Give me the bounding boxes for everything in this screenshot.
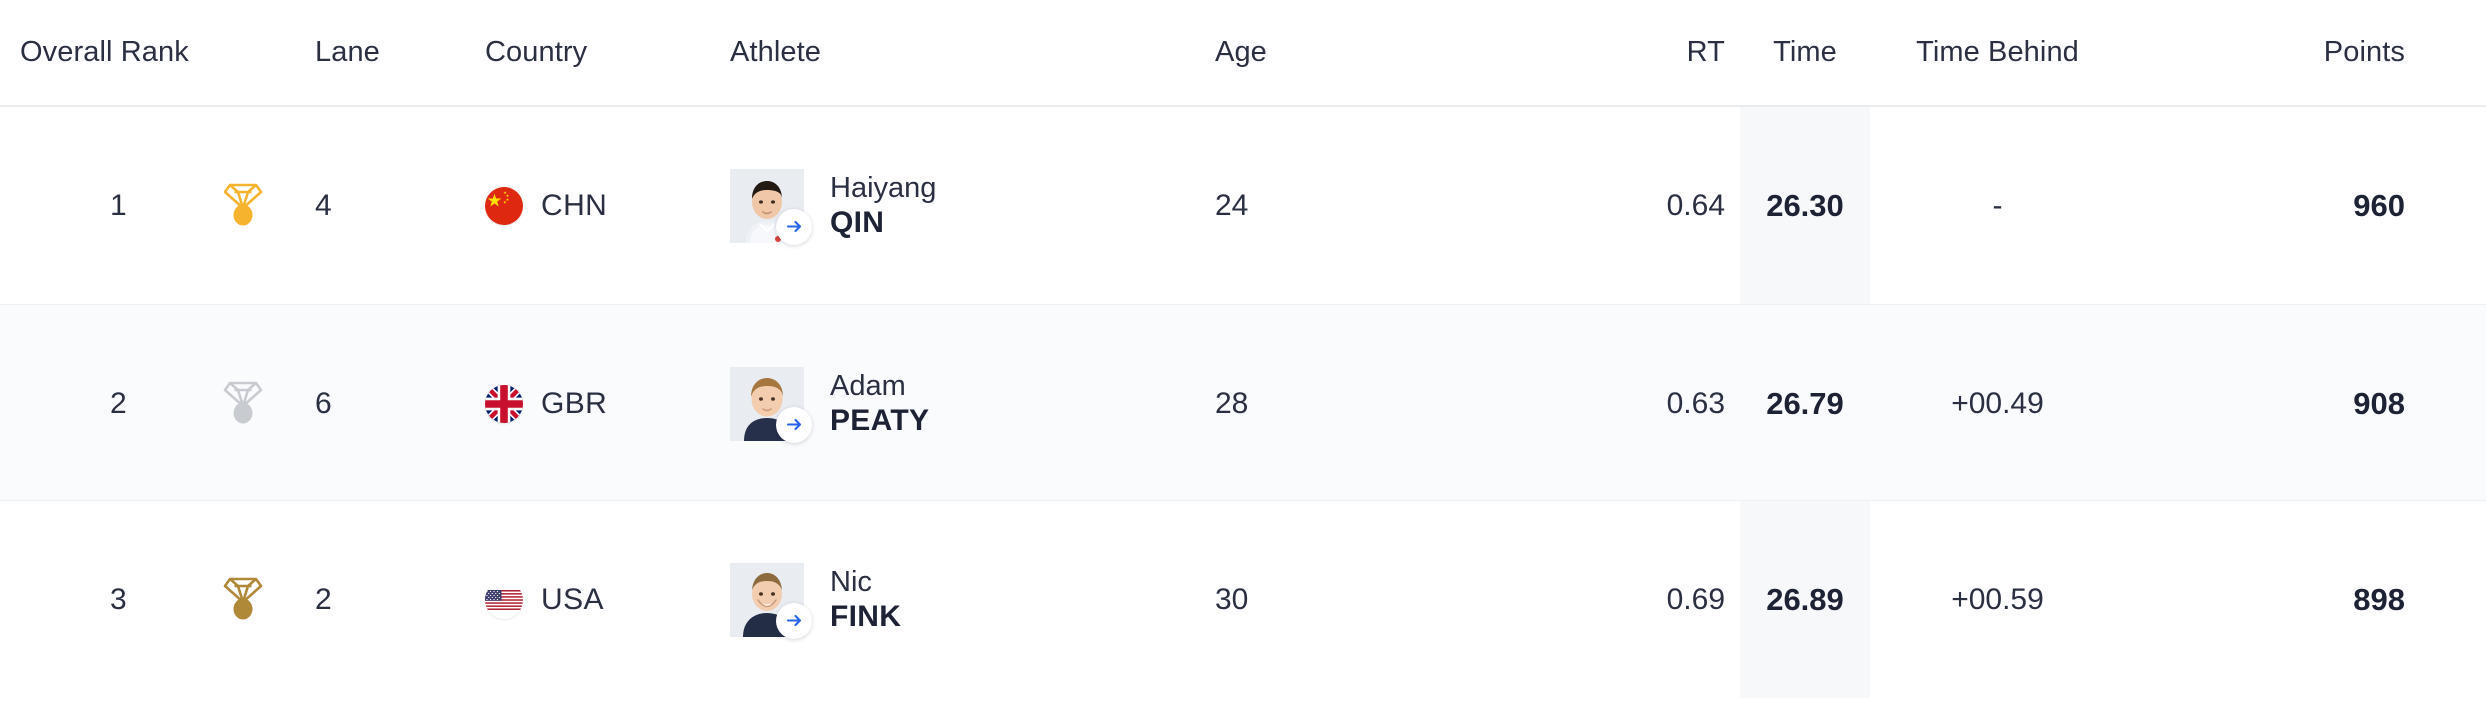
arrow-right-icon[interactable] bbox=[776, 208, 812, 245]
column-header-country[interactable]: Country bbox=[485, 36, 730, 69]
cell-athlete[interactable]: Adam PEATY bbox=[730, 366, 1215, 443]
column-header-points[interactable]: Points bbox=[2125, 36, 2486, 69]
cell-time-behind: - bbox=[1992, 188, 2003, 222]
column-header-age[interactable]: Age bbox=[1215, 36, 1485, 69]
cell-medal bbox=[220, 178, 315, 233]
cell-rt: 0.69 bbox=[1666, 582, 1725, 616]
cell-time: 26.30 bbox=[1766, 187, 1844, 223]
bronze-medal-icon bbox=[220, 572, 266, 627]
cell-lane: 4 bbox=[315, 188, 332, 222]
column-header-rt[interactable]: RT bbox=[1485, 36, 1740, 69]
flag-usa-icon bbox=[485, 581, 523, 619]
cell-overall-rank: 1 bbox=[110, 188, 127, 222]
athlete-first-name: Haiyang bbox=[830, 171, 937, 204]
cell-country: GBR bbox=[485, 384, 730, 423]
athlete-last-name: PEATY bbox=[830, 403, 930, 437]
column-header-time-behind[interactable]: Time Behind bbox=[1870, 36, 2125, 69]
table-row[interactable]: 1 4 CHN Haiyang QIN 24 0.64 26.30 - 960 bbox=[0, 107, 2486, 304]
avatar[interactable] bbox=[730, 562, 812, 639]
cell-rt: 0.63 bbox=[1666, 386, 1725, 420]
cell-time-behind: +00.59 bbox=[1951, 582, 2044, 616]
cell-country: USA bbox=[485, 581, 730, 619]
cell-age: 28 bbox=[1215, 386, 1249, 420]
athlete-name: Nic FINK bbox=[830, 565, 901, 635]
cell-points: 898 bbox=[2353, 581, 2405, 617]
cell-overall-rank: 2 bbox=[110, 386, 127, 420]
table-row[interactable]: 2 6 GBR Adam PEATY 28 0.63 26.79 +00.49 … bbox=[0, 304, 2486, 501]
table-row[interactable]: 3 2 USA Nic FINK 30 0.69 26.89 +00.59 89… bbox=[0, 501, 2486, 698]
athlete-first-name: Nic bbox=[830, 565, 872, 598]
flag-china-icon bbox=[485, 186, 523, 225]
avatar[interactable] bbox=[730, 168, 812, 245]
gold-medal-icon bbox=[220, 178, 266, 233]
cell-athlete[interactable]: Nic FINK bbox=[730, 562, 1215, 639]
avatar[interactable] bbox=[730, 366, 812, 443]
cell-country: CHN bbox=[485, 186, 730, 225]
athlete-last-name: QIN bbox=[830, 205, 885, 239]
cell-time: 26.89 bbox=[1766, 581, 1844, 617]
athlete-last-name: FINK bbox=[830, 599, 902, 633]
cell-lane: 2 bbox=[315, 582, 332, 616]
silver-medal-icon bbox=[220, 376, 266, 431]
swimming-results-table: Overall Rank Lane Country Athlete Age RT… bbox=[0, 0, 2486, 706]
cell-lane: 6 bbox=[315, 386, 332, 420]
cell-rt: 0.64 bbox=[1666, 188, 1725, 222]
arrow-right-icon[interactable] bbox=[776, 406, 812, 443]
athlete-name: Adam PEATY bbox=[830, 369, 929, 439]
cell-medal bbox=[220, 376, 315, 431]
column-header-overall-rank[interactable]: Overall Rank bbox=[0, 36, 220, 69]
cell-overall-rank: 3 bbox=[110, 582, 127, 616]
flag-great-britain-icon bbox=[485, 384, 523, 423]
cell-time: 26.79 bbox=[1766, 385, 1844, 421]
cell-age: 30 bbox=[1215, 582, 1249, 616]
column-header-lane[interactable]: Lane bbox=[315, 36, 485, 69]
athlete-name: Haiyang QIN bbox=[830, 171, 936, 241]
country-code: GBR bbox=[541, 386, 608, 420]
cell-time-behind: +00.49 bbox=[1951, 386, 2044, 420]
arrow-right-icon[interactable] bbox=[776, 602, 812, 639]
country-code: USA bbox=[541, 582, 604, 616]
cell-athlete[interactable]: Haiyang QIN bbox=[730, 168, 1215, 245]
cell-age: 24 bbox=[1215, 188, 1249, 222]
cell-points: 908 bbox=[2353, 385, 2405, 421]
column-header-athlete[interactable]: Athlete bbox=[730, 36, 1215, 69]
table-header: Overall Rank Lane Country Athlete Age RT… bbox=[0, 0, 2486, 107]
cell-medal bbox=[220, 572, 315, 627]
country-code: CHN bbox=[541, 188, 608, 222]
cell-points: 960 bbox=[2353, 187, 2405, 223]
column-header-time[interactable]: Time bbox=[1740, 36, 1870, 69]
athlete-first-name: Adam bbox=[830, 369, 906, 402]
